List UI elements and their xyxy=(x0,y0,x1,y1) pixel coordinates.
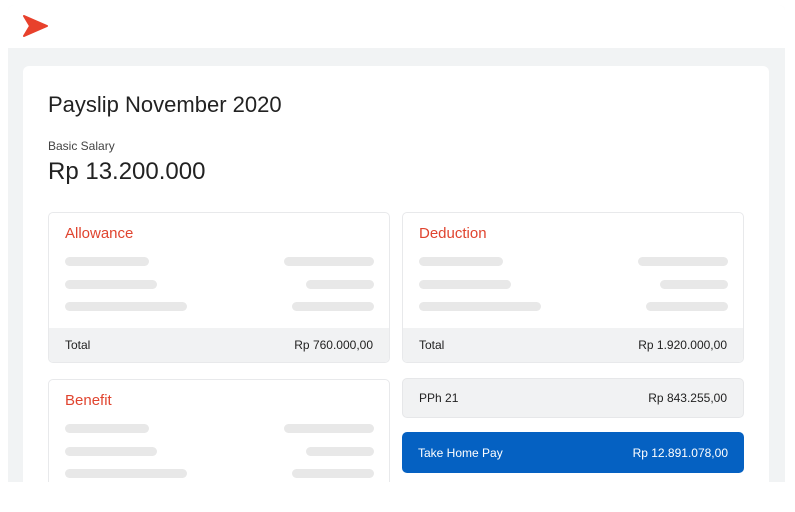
total-label: Total xyxy=(419,338,445,352)
total-label: Total xyxy=(65,338,91,352)
page-title: Payslip November 2020 xyxy=(48,92,282,117)
take-home-pay-value: Rp 12.891.078,00 xyxy=(632,445,728,460)
total-value: Rp 1.920.000,00 xyxy=(638,338,727,352)
skeleton-line xyxy=(660,280,728,289)
top-header xyxy=(8,5,785,48)
allowance-total-row: Total Rp 760.000,00 xyxy=(49,328,389,362)
skeleton-line xyxy=(419,280,511,289)
brand-logo-icon[interactable] xyxy=(22,15,48,37)
skeleton-line xyxy=(65,257,149,266)
basic-salary-label: Basic Salary xyxy=(48,139,115,153)
deduction-title: Deduction xyxy=(419,225,487,242)
total-value: Rp 760.000,00 xyxy=(294,338,373,352)
skeleton-line xyxy=(306,280,374,289)
skeleton-line xyxy=(292,469,374,478)
skeleton-line xyxy=(419,257,503,266)
skeleton-line xyxy=(284,424,374,433)
skeleton-line xyxy=(65,469,187,478)
allowance-panel: Allowance Total Rp 760.000,00 xyxy=(48,212,390,363)
deduction-total-row: Total Rp 1.920.000,00 xyxy=(403,328,743,362)
payslip-card: Payslip November 2020 Basic Salary Rp 13… xyxy=(23,66,769,482)
skeleton-line xyxy=(646,302,728,311)
skeleton-line xyxy=(284,257,374,266)
skeleton-line xyxy=(292,302,374,311)
pph21-label: PPh 21 xyxy=(419,391,459,405)
skeleton-line xyxy=(65,447,157,456)
allowance-title: Allowance xyxy=(65,225,134,242)
skeleton-line xyxy=(419,302,541,311)
benefit-title: Benefit xyxy=(65,392,112,409)
skeleton-line xyxy=(65,280,157,289)
skeleton-line xyxy=(306,447,374,456)
basic-salary-value: Rp 13.200.000 xyxy=(48,158,206,185)
skeleton-line xyxy=(65,424,149,433)
pph21-value: Rp 843.255,00 xyxy=(648,391,727,405)
skeleton-line xyxy=(638,257,728,266)
pph21-row: PPh 21 Rp 843.255,00 xyxy=(402,378,744,418)
skeleton-line xyxy=(65,302,187,311)
take-home-pay-label: Take Home Pay xyxy=(418,445,503,460)
take-home-pay-row: Take Home Pay Rp 12.891.078,00 xyxy=(402,432,744,473)
app-window: Payslip November 2020 Basic Salary Rp 13… xyxy=(8,5,785,482)
deduction-panel: Deduction Total Rp 1.920.000,00 xyxy=(402,212,744,363)
benefit-panel: Benefit xyxy=(48,379,390,482)
